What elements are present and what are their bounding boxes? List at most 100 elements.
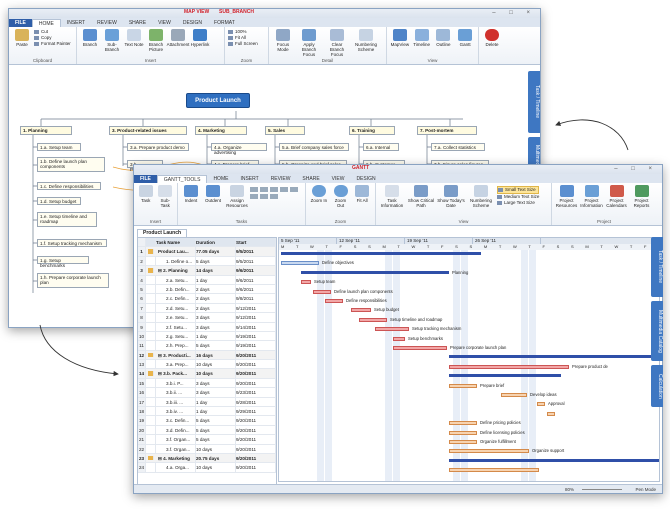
tab-review[interactable]: REVIEW [265,175,297,183]
table-row[interactable]: 5 2.b. Defin... 2 days 9/6/2011 [138,284,276,295]
summary-bar[interactable] [449,374,561,378]
task-information-button[interactable]: Task Information [379,185,405,208]
column-task-name[interactable]: Task Name [156,238,196,247]
priority-icon[interactable] [290,187,298,192]
task-bar[interactable] [501,393,527,397]
critical-path-button[interactable]: Show Critical Path [407,185,435,208]
split-icon[interactable] [270,187,278,192]
tab-file[interactable]: FILE [134,175,157,183]
ribbon: Task Sub-Task Insert Indent Outdent Assi… [134,183,662,226]
large-text-button[interactable]: Large Text Size [497,200,539,206]
unlink-icon[interactable] [260,187,268,192]
project-reports-button[interactable]: Project Reports [630,185,653,208]
task-name-cell: 3.b.iv. ... [156,407,196,416]
window-controls[interactable]: – □ × [614,166,658,172]
task-bar[interactable] [547,411,555,416]
table-row[interactable]: 24 4.a. Orga... 10 days 9/20/2011 [138,463,276,473]
side-tab-multimedia-catalog[interactable]: Multimedia Catalog [651,301,663,361]
task-bar[interactable] [325,299,343,303]
column-duration[interactable]: Duration [196,238,236,247]
milestone-icon[interactable] [280,187,288,192]
task-bar[interactable] [449,364,569,369]
table-row[interactable]: 20 3.d. Defin... 5 days 9/20/2011 [138,425,276,436]
table-row[interactable]: 10 2.g. Setu... 1 day 9/19/2011 [138,331,276,342]
duration-cell: 20.75 days [196,453,236,463]
fit-all-button[interactable]: Fit All [352,185,372,203]
table-row[interactable]: 3 ⊟ 2. Planning 14 days 9/6/2011 [138,266,276,276]
task-bar[interactable] [449,440,477,444]
document-tab[interactable]: Product Launch [137,229,188,237]
table-row[interactable]: 22 3.f. Organ... 10 days 9/20/2011 [138,444,276,454]
outdent-button[interactable]: Outdent [203,185,223,203]
table-row[interactable]: 13 3.a. Prep... 10 days 9/20/2011 [138,360,276,370]
calendar-icon[interactable] [270,194,278,199]
table-row[interactable]: 12 ⊟ 3. Producti... 16 days 9/20/2011 [138,350,276,361]
indent-button[interactable]: Indent [181,185,201,203]
task-bar[interactable] [449,430,477,435]
tab-home[interactable]: HOME [207,175,234,183]
row-number: 2 [138,256,146,266]
table-row[interactable]: 1 Product Lau... 77.05 days 9/5/2011 [138,247,276,257]
summary-bar[interactable] [449,458,659,462]
table-row[interactable]: 23 ⊟ 4. Marketing 20.75 days 9/20/2011 [138,453,276,464]
calendar-icon [444,185,458,197]
project-resources-button[interactable]: Project Resources [555,185,578,208]
table-row[interactable]: 7 2.d. Setu... 2 days 9/12/2011 [138,303,276,314]
table-row[interactable]: 14 ⊟ 3.b. Pack... 10 days 9/20/2011 [138,369,276,379]
table-row[interactable]: 17 3.b.iii. ... 1 day 9/28/2011 [138,397,276,408]
table-row[interactable]: 18 3.b.iv. ... 1 day 9/29/2011 [138,407,276,417]
summary-bar[interactable] [301,270,449,274]
side-tab-calculation[interactable]: Calculation [651,365,663,407]
summary-bar[interactable] [281,252,481,255]
task-bar[interactable] [301,280,311,285]
table-row[interactable]: 19 3.c. Defin... 5 days 9/20/2011 [138,416,276,426]
table-row[interactable]: 6 2.c. Defin... 2 days 9/8/2011 [138,294,276,304]
task-bar[interactable] [393,336,405,341]
table-row[interactable]: 11 2.h. Prep... 5 days 9/19/2011 [138,341,276,351]
todays-date-button[interactable]: Show Today's Date [437,185,465,208]
tab-share[interactable]: SHARE [296,175,325,183]
tab-insert[interactable]: INSERT [234,175,264,183]
task-bar[interactable] [359,317,387,322]
task-bar[interactable] [313,289,331,294]
project-calendars-button[interactable]: Project Calendars [605,185,628,208]
small-text-button[interactable]: Small Text Size [497,186,540,194]
task-bar[interactable] [393,346,447,350]
pen-mode[interactable]: Pen Mode [635,487,656,492]
assign-resources-button[interactable]: Assign Resources [225,185,249,208]
sub-task-button[interactable]: Sub-Task [157,185,175,208]
table-row[interactable]: 4 2.a. Setu... 1 day 9/6/2011 [138,275,276,285]
task-bar[interactable] [449,383,477,388]
task-bar[interactable] [449,449,529,454]
zoom-slider[interactable] [582,489,622,490]
table-row[interactable]: 8 2.e. Setu... 3 days 9/12/2011 [138,313,276,323]
progress-icon[interactable] [260,194,268,199]
tab-design[interactable]: DESIGN [350,175,381,183]
task-bar[interactable] [281,261,319,266]
table-row[interactable]: 16 3.b.ii. ... 3 days 9/23/2011 [138,388,276,398]
tab-view[interactable]: VIEW [326,175,351,183]
zoom-in-button[interactable]: Zoom In [309,185,329,203]
task-bar[interactable] [351,308,371,313]
side-tab-task-timeline[interactable]: Task / Timeline [651,237,663,297]
numbering-scheme-button[interactable]: Numbering Scheme [467,185,495,208]
link-icon[interactable] [250,187,258,192]
zoom-out-button[interactable]: Zoom Out [331,185,351,208]
row-number: 23 [138,453,146,463]
table-row[interactable]: 15 3.b.i. P... 3 days 9/20/2011 [138,378,276,389]
table-row[interactable]: 9 2.f. Setu... 3 days 9/14/2011 [138,322,276,332]
start-cell: 9/20/2011 [236,350,276,360]
project-information-button[interactable]: Project Information [580,185,603,208]
table-row[interactable]: 21 3.f. Organ... 5 days 9/20/2011 [138,435,276,445]
complete-icon[interactable] [250,194,258,199]
tab-gantt-tools[interactable]: GANTT_TOOLS [156,175,208,183]
column-start[interactable]: Start [236,238,276,247]
table-row[interactable]: 2 1. Define o... 5 days 9/5/2011 [138,256,276,267]
task-button[interactable]: Task [137,185,155,203]
task-bar[interactable] [449,468,539,473]
duration-cell: 5 days [196,256,236,266]
task-bar[interactable] [537,402,545,407]
task-bar[interactable] [375,327,409,332]
task-bar[interactable] [449,421,477,426]
summary-bar[interactable] [449,355,659,359]
